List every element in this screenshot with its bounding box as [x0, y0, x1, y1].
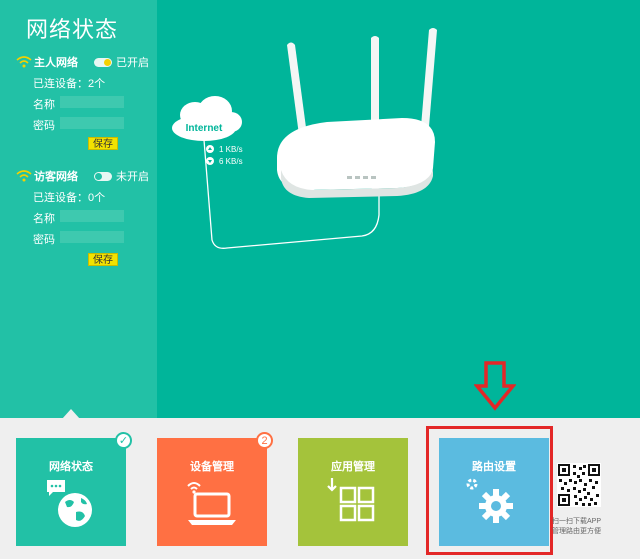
guest-network-toggle[interactable] [94, 171, 112, 181]
main-network-status: 已开启 [116, 57, 149, 69]
upload-speed: 1 KB/s [219, 145, 243, 154]
main-network-toggle[interactable] [94, 57, 112, 67]
qr-caption-line1: 扫一扫下载APP [552, 518, 602, 525]
main-password-field[interactable] [60, 117, 124, 129]
qr-caption-line2: 管理路由更方便 [552, 528, 601, 535]
guest-network-status: 未开启 [116, 171, 149, 183]
guest-network-label: 访客网络 [34, 171, 78, 183]
network-status-panel: 网络状态 主人网络 已开启 已连设备：2个 名称 密码 保存 访客网络 未开启 … [0, 0, 157, 418]
main-name-field[interactable] [60, 96, 124, 108]
main-password-label: 密码 [33, 120, 55, 132]
down-arrow-icon [474, 361, 516, 411]
page-title: 网络状态 [26, 17, 119, 42]
download-speed: 6 KB/s [219, 157, 243, 166]
guest-password-label: 密码 [33, 234, 55, 246]
router-image [277, 28, 437, 198]
tab-app-management[interactable]: 应用管理 [298, 438, 408, 546]
main-status-area: 网络状态 主人网络 已开启 已连设备：2个 名称 密码 保存 访客网络 未开启 … [0, 0, 640, 418]
main-network-header: 主人网络 已开启 [16, 54, 149, 70]
main-save-button[interactable]: 保存 [88, 137, 118, 150]
router-illustration: Internet 1 KB/s 6 KB/s [172, 28, 437, 249]
tile-label: 应用管理 [331, 461, 375, 473]
active-check-badge: ✓ [115, 432, 132, 449]
tile-label: 网络状态 [49, 461, 93, 473]
main-connected-devices: 已连设备：2个 [33, 78, 106, 90]
guest-save-button[interactable]: 保存 [88, 253, 118, 266]
main-network-label: 主人网络 [34, 57, 78, 69]
tab-device-management[interactable]: 设备管理 2 [157, 432, 273, 546]
guest-password-field[interactable] [60, 231, 124, 243]
wifi-icon [16, 56, 32, 68]
qr-code[interactable] [557, 463, 601, 507]
laptop-wifi-icon [187, 482, 236, 525]
active-tab-pointer [62, 409, 80, 419]
guest-name-label: 名称 [33, 213, 55, 225]
guest-network-header: 访客网络 未开启 [16, 168, 149, 184]
cloud-label: Internet [186, 123, 223, 134]
app-grid-icon [327, 478, 375, 522]
main-name-label: 名称 [33, 99, 55, 111]
guest-name-field[interactable] [60, 210, 124, 222]
guest-connected-devices: 已连设备：0个 [33, 192, 106, 204]
globe-chat-icon [47, 480, 92, 527]
wifi-icon [16, 170, 32, 182]
tile-label: 设备管理 [190, 461, 234, 473]
device-count-badge: 2 [256, 432, 273, 449]
cloud-icon [172, 96, 242, 141]
tab-network-status[interactable]: 网络状态 ✓ [16, 432, 132, 546]
highlight-frame [426, 426, 553, 555]
